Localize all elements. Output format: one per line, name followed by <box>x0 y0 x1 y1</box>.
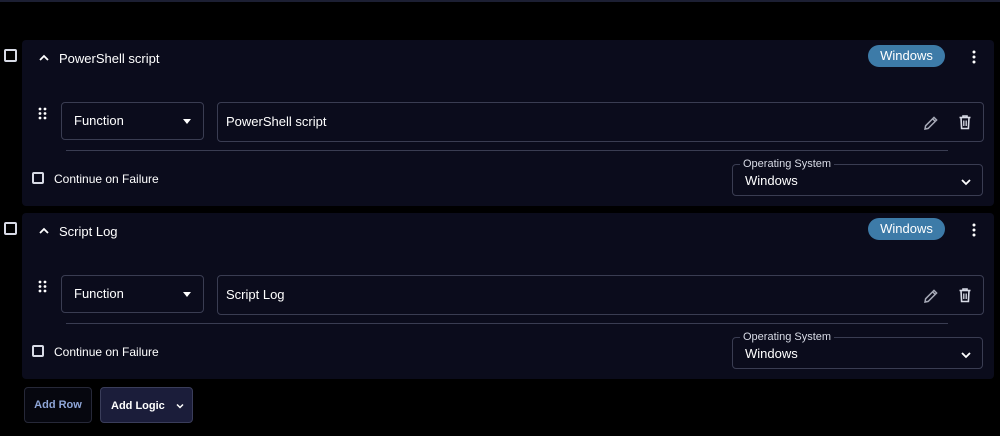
operating-system-value: Windows <box>745 346 798 361</box>
script-field-value: Script Log <box>226 287 285 302</box>
operating-system-value: Windows <box>745 173 798 188</box>
kebab-menu-icon[interactable] <box>968 221 980 239</box>
step-title: PowerShell script <box>59 51 160 66</box>
caret-down-icon <box>183 292 191 297</box>
step-select-checkbox[interactable] <box>4 49 17 62</box>
step-card-script-log: Script Log Windows Function Script Log C… <box>22 213 994 379</box>
section-divider <box>66 323 948 324</box>
operating-system-select[interactable]: Operating System Windows <box>732 330 983 369</box>
top-divider <box>0 0 1000 2</box>
function-type-select[interactable]: Function <box>61 102 204 140</box>
drag-handle-icon[interactable] <box>36 279 48 293</box>
operating-system-legend: Operating System <box>740 330 835 344</box>
edit-icon[interactable] <box>922 287 940 305</box>
continue-on-failure-label: Continue on Failure <box>54 345 159 359</box>
script-field-value: PowerShell script <box>226 114 327 129</box>
script-field[interactable]: PowerShell script <box>217 102 984 142</box>
function-type-value: Function <box>74 113 124 128</box>
continue-on-failure-label: Continue on Failure <box>54 172 159 186</box>
chevron-up-icon[interactable] <box>38 225 50 237</box>
kebab-menu-icon[interactable] <box>968 48 980 66</box>
chevron-up-icon[interactable] <box>38 52 50 64</box>
section-divider <box>66 150 948 151</box>
step-card-powershell: PowerShell script Windows Function Power… <box>22 40 994 206</box>
chevron-down-icon <box>960 348 972 360</box>
chevron-down-icon <box>175 401 185 411</box>
trash-icon[interactable] <box>956 113 974 131</box>
function-type-value: Function <box>74 286 124 301</box>
caret-down-icon <box>183 119 191 124</box>
chevron-down-icon <box>960 175 972 187</box>
function-type-select[interactable]: Function <box>61 275 204 313</box>
step-header[interactable]: PowerShell script Windows <box>22 40 994 80</box>
continue-on-failure-checkbox[interactable] <box>32 345 44 357</box>
add-row-button[interactable]: Add Row <box>24 387 92 423</box>
trash-icon[interactable] <box>956 286 974 304</box>
step-header[interactable]: Script Log Windows <box>22 213 994 253</box>
os-chip: Windows <box>868 45 945 67</box>
operating-system-legend: Operating System <box>740 157 835 171</box>
continue-on-failure-checkbox[interactable] <box>32 172 44 184</box>
edit-icon[interactable] <box>922 114 940 132</box>
add-logic-button[interactable]: Add Logic <box>100 387 193 423</box>
operating-system-select[interactable]: Operating System Windows <box>732 157 983 196</box>
os-chip: Windows <box>868 218 945 240</box>
step-title: Script Log <box>59 224 118 239</box>
drag-handle-icon[interactable] <box>36 106 48 120</box>
script-field[interactable]: Script Log <box>217 275 984 315</box>
add-logic-label: Add Logic <box>111 400 165 412</box>
step-select-checkbox[interactable] <box>4 222 17 235</box>
